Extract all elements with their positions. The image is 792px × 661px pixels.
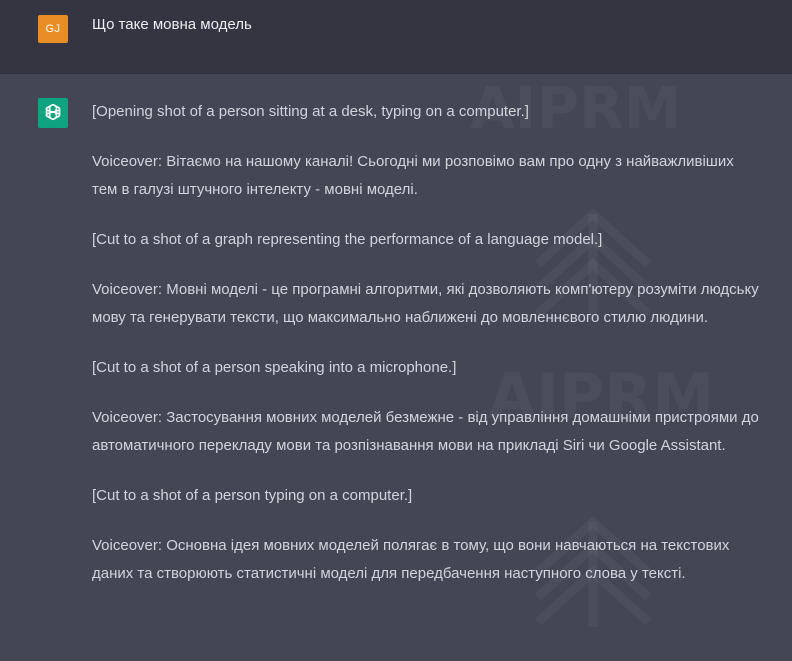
response-paragraph: Voiceover: Застосування мовних моделей б… (92, 409, 759, 454)
assistant-message-row: AIPRM AIPRM [Open (0, 74, 792, 661)
response-paragraph: [Cut to a shot of a person typing on a c… (92, 487, 413, 504)
response-paragraph: [Opening shot of a person sitting at a d… (92, 103, 529, 120)
response-paragraph: [Cut to a shot of a graph representing t… (92, 231, 603, 248)
openai-logo-icon (45, 103, 61, 121)
response-paragraph: [Cut to a shot of a person speaking into… (92, 359, 457, 376)
response-paragraph: Voiceover: Вітаємо на нашому каналі! Сьо… (92, 153, 734, 198)
assistant-avatar (38, 98, 68, 128)
assistant-response: [Opening shot of a person sitting at a d… (92, 98, 762, 610)
user-message-row: GJ Що таке мовна модель (0, 0, 792, 74)
response-paragraph: Voiceover: Мовні моделі - це програмні а… (92, 281, 759, 326)
user-avatar: GJ (38, 15, 68, 43)
user-prompt-text: Що таке мовна модель (92, 16, 252, 33)
response-paragraph: Voiceover: Основна ідея мовних моделей п… (92, 537, 730, 582)
